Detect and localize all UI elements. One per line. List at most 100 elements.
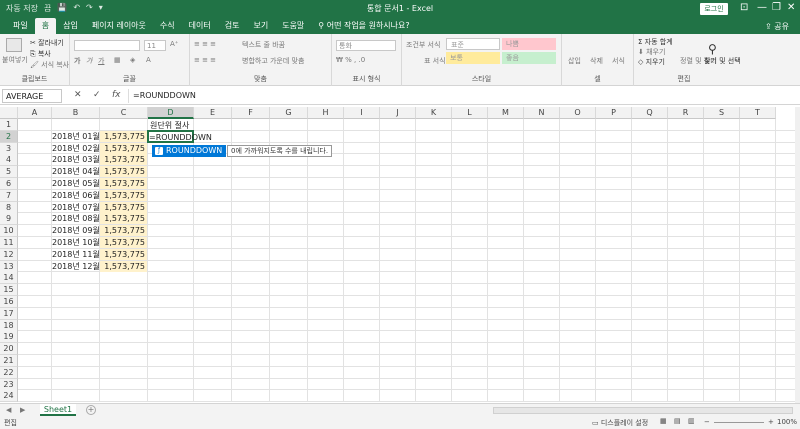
column-header-k[interactable]: K [416,107,452,119]
font-name-combo[interactable] [74,40,140,51]
next-sheet-icon[interactable]: ▶ [20,406,25,414]
row-header-12[interactable]: 12 [0,248,18,261]
select-all-corner[interactable] [0,107,18,119]
zoom-out-icon[interactable]: − [704,418,710,426]
style-normal[interactable]: 표준 [446,38,500,50]
column-header-d[interactable]: D [148,107,194,119]
row-header-17[interactable]: 17 [0,307,18,320]
fill-button[interactable]: ⬇ 채우기 [638,47,665,57]
row-header-10[interactable]: 10 [0,225,18,238]
enter-icon[interactable]: ✓ [93,90,101,100]
cell-b12[interactable]: 2018년 11월 [52,249,100,260]
ribbon-display-icon[interactable]: ⊡ [740,2,748,13]
normal-view-icon[interactable]: ▦ [660,417,667,425]
cell-b3[interactable]: 2018년 02월 [52,143,100,154]
horizontal-scrollbar[interactable] [493,407,793,414]
row-header-4[interactable]: 4 [0,154,18,167]
tab-file[interactable]: 파일 [6,18,35,34]
cell-b2[interactable]: 2018년 01월 [52,131,100,142]
zoom-slider[interactable] [714,422,764,423]
paste-button[interactable]: 붙여넣기 [2,55,28,65]
number-format-combo[interactable]: 통화 [336,40,396,51]
style-neutral[interactable]: 보통 [446,52,500,64]
conditional-format-button[interactable]: 조건부 서식 [406,40,440,50]
login-button[interactable]: 로그인 [700,3,728,15]
zoom-level[interactable]: 100% [777,418,797,426]
borders-icon[interactable]: ▦ [114,56,121,64]
cell-c8[interactable]: 1,573,775 [100,201,147,213]
sheet-tab-sheet1[interactable]: Sheet1 [40,404,76,416]
row-header-22[interactable]: 22 [0,366,18,379]
row-header-16[interactable]: 16 [0,296,18,308]
column-header-m[interactable]: M [488,107,524,119]
row-header-1[interactable]: 1 [0,119,18,131]
find-icon[interactable]: ⚲ [708,42,717,56]
add-sheet-button[interactable]: + [86,405,96,415]
clear-button[interactable]: ◇ 지우기 [638,57,665,67]
cell-c9[interactable]: 1,573,775 [100,213,147,225]
cell-b13[interactable]: 2018년 12월 [52,261,100,272]
active-cell-d2[interactable]: =ROUNDDOWN [147,129,212,143]
font-color-icon[interactable]: A [146,56,151,64]
underline-button[interactable]: 가 [98,56,104,66]
cell-b6[interactable]: 2018년 05월 [52,178,100,189]
page-layout-view-icon[interactable]: ▤ [674,417,681,425]
cell-c3[interactable]: 1,573,775 [100,142,147,154]
vertical-scrollbar[interactable] [795,107,800,403]
column-header-i[interactable]: I [344,107,380,119]
cell-c12[interactable]: 1,573,775 [100,248,147,260]
merge-center-button[interactable]: 병합하고 가운데 맞춤 [242,56,304,66]
minimize-icon[interactable]: — [757,2,767,13]
prev-sheet-icon[interactable]: ◀ [6,406,11,414]
cell-c13[interactable]: 1,573,775 [100,260,147,272]
row-header-13[interactable]: 13 [0,260,18,273]
format-painter-button[interactable]: 🖌 서식 복사 [30,60,69,70]
cell-b8[interactable]: 2018년 07월 [52,202,100,213]
paste-icon[interactable] [6,38,22,52]
row-header-15[interactable]: 15 [0,284,18,297]
row-header-6[interactable]: 6 [0,178,18,190]
restore-icon[interactable]: ❐ [772,2,781,13]
format-cells-button[interactable]: 서식 [612,56,625,66]
row-header-8[interactable]: 8 [0,201,18,214]
tab-formulas[interactable]: 수식 [153,18,182,34]
tab-page-layout[interactable]: 페이지 레이아웃 [85,18,153,34]
column-header-g[interactable]: G [270,107,308,119]
column-header-n[interactable]: N [524,107,560,119]
font-size-combo[interactable]: 11 [144,40,166,51]
cell-b9[interactable]: 2018년 08월 [52,213,100,224]
cell-c4[interactable]: 1,573,775 [100,154,147,166]
column-header-l[interactable]: L [452,107,488,119]
row-header-3[interactable]: 3 [0,142,18,155]
column-header-t[interactable]: T [740,107,776,119]
share-button[interactable]: ⇪ 공유 [765,21,789,32]
cell-c5[interactable]: 1,573,775 [100,166,147,178]
page-break-view-icon[interactable]: ▥ [688,417,695,425]
name-box[interactable]: AVERAGE [2,89,62,103]
wrap-text-button[interactable]: 텍스트 줄 바꿈 [242,40,285,50]
row-header-7[interactable]: 7 [0,189,18,202]
cell-b4[interactable]: 2018년 03월 [52,154,100,165]
column-header-s[interactable]: S [704,107,740,119]
tab-review[interactable]: 검토 [218,18,247,34]
tab-insert[interactable]: 삽입 [56,18,85,34]
column-header-r[interactable]: R [668,107,704,119]
align-top-icon[interactable]: ≡ ≡ ≡ [194,40,216,48]
cancel-icon[interactable]: ✕ [74,90,82,100]
cell-c7[interactable]: 1,573,775 [100,189,147,201]
row-header-2[interactable]: 2 [0,130,18,143]
row-header-5[interactable]: 5 [0,166,18,179]
formula-input[interactable]: =ROUNDDOWN [128,89,796,103]
row-header-20[interactable]: 20 [0,343,18,356]
tab-help[interactable]: 도움말 [275,18,311,34]
zoom-in-icon[interactable]: + [768,418,774,426]
tab-home[interactable]: 홈 [34,18,57,34]
cell-c11[interactable]: 1,573,775 [100,237,147,248]
column-header-q[interactable]: Q [632,107,668,119]
cut-button[interactable]: ✂ 잘라내기 [30,38,64,48]
row-header-11[interactable]: 11 [0,237,18,249]
insert-cells-button[interactable]: 삽입 [568,56,581,66]
cell-b7[interactable]: 2018년 06월 [52,190,100,201]
column-header-c[interactable]: C [100,107,148,119]
row-header-23[interactable]: 23 [0,378,18,391]
